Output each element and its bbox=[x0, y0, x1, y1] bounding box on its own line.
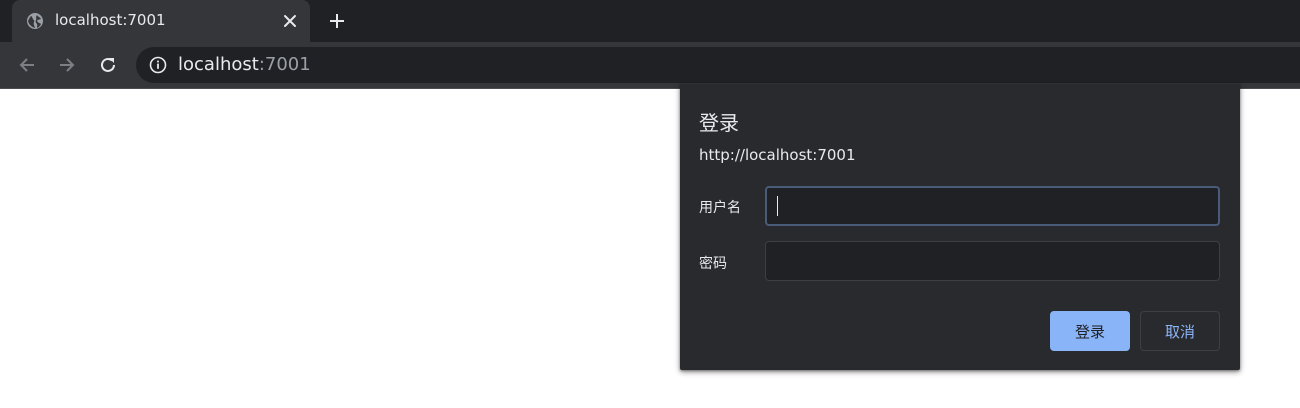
url-text: localhost:7001 bbox=[178, 54, 311, 75]
arrow-left-icon[interactable] bbox=[16, 54, 38, 76]
auth-dialog: 登录 http://localhost:7001 用户名 密码 登录 取消 bbox=[680, 84, 1240, 370]
password-input[interactable] bbox=[765, 241, 1220, 281]
toolbar: localhost:7001 bbox=[0, 42, 1300, 89]
dialog-title: 登录 bbox=[699, 111, 739, 135]
login-button[interactable]: 登录 bbox=[1050, 311, 1130, 351]
globe-icon bbox=[26, 12, 44, 30]
browser-chrome: localhost:7001 localhost:7001 bbox=[0, 0, 1300, 89]
text-caret bbox=[777, 196, 778, 216]
arrow-right-icon[interactable] bbox=[56, 54, 78, 76]
cancel-button[interactable]: 取消 bbox=[1140, 311, 1220, 351]
tab-localhost[interactable]: localhost:7001 bbox=[12, 0, 310, 42]
dialog-origin: http://localhost:7001 bbox=[699, 146, 856, 164]
plus-icon[interactable] bbox=[326, 10, 348, 32]
url-port: :7001 bbox=[258, 54, 311, 75]
info-icon[interactable] bbox=[149, 56, 167, 74]
address-bar[interactable]: localhost:7001 bbox=[136, 47, 1300, 83]
tab-strip: localhost:7001 bbox=[0, 0, 1300, 42]
tab-title: localhost:7001 bbox=[55, 11, 166, 29]
url-host: localhost bbox=[178, 54, 259, 75]
reload-icon[interactable] bbox=[97, 54, 119, 76]
password-label: 密码 bbox=[699, 256, 727, 272]
close-icon[interactable] bbox=[280, 11, 300, 31]
username-label: 用户名 bbox=[699, 200, 741, 216]
username-input[interactable] bbox=[765, 186, 1220, 226]
